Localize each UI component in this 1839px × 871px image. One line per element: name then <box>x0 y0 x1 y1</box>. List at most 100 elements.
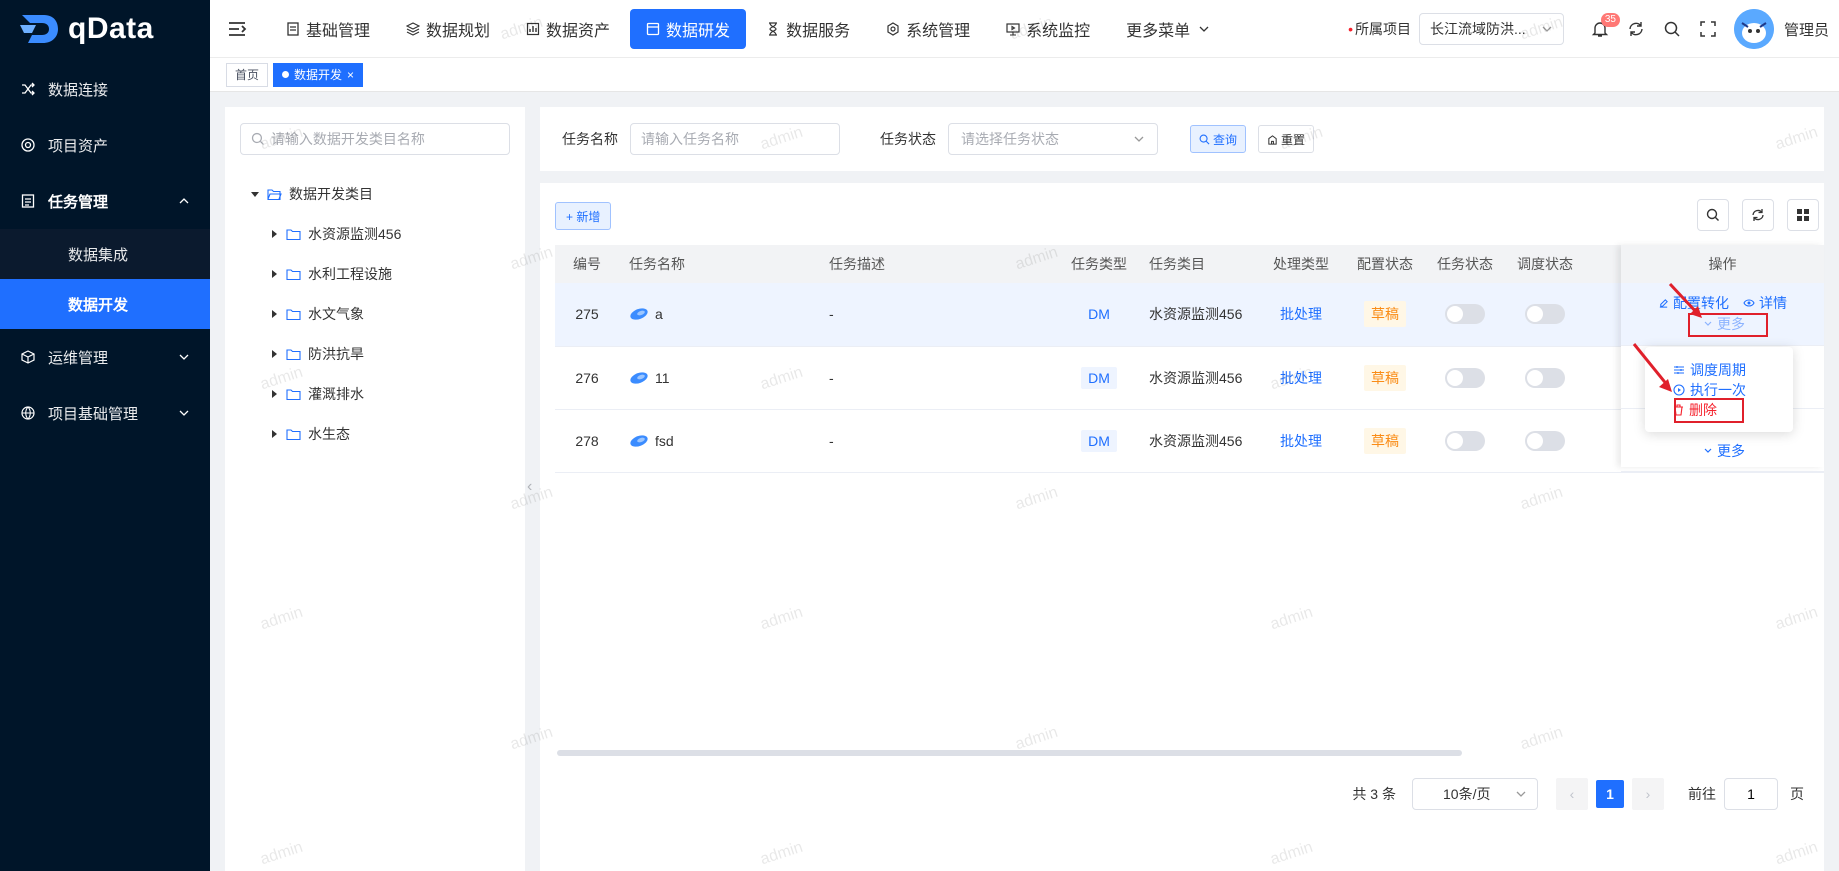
sidebar: qData 数据连接 项目资产 任务管理 数据集成 数据开发 运维管理 项目基础 <box>0 0 210 871</box>
cell-config: 草稿 <box>1345 283 1425 347</box>
project-label: • 所属项目 <box>1348 21 1411 37</box>
sidebar-item-task-mgmt[interactable]: 任务管理 <box>0 173 210 229</box>
cell-name[interactable]: fsd <box>619 409 819 473</box>
column-header: 任务状态 <box>1425 245 1505 283</box>
detail-link[interactable]: 详情 <box>1743 293 1787 313</box>
columns-button[interactable] <box>1787 199 1819 231</box>
nav-tab-monitor[interactable]: 系统监控 <box>990 9 1106 49</box>
cell-config: 草稿 <box>1345 409 1425 473</box>
cell-process: 批处理 <box>1257 346 1345 410</box>
sidebar-submenu: 数据集成 数据开发 <box>0 229 210 329</box>
globe-icon <box>20 405 36 421</box>
schedule-status-switch[interactable] <box>1525 430 1565 451</box>
refresh-table-button[interactable] <box>1742 199 1774 231</box>
task-status-switch[interactable] <box>1445 430 1485 451</box>
tags-view: 首页 数据开发 × <box>210 58 1839 92</box>
tree-search-input[interactable] <box>270 131 509 147</box>
tree-node-label: 防洪抗旱 <box>308 346 364 362</box>
process-tag: 批处理 <box>1280 432 1322 449</box>
search-toggle-button[interactable] <box>1697 199 1729 231</box>
qdata-logo-icon <box>20 15 58 43</box>
goto-page-input[interactable] <box>1724 778 1778 810</box>
logo[interactable]: qData <box>0 0 210 58</box>
chevron-down-icon <box>1704 448 1712 453</box>
avatar-icon <box>1733 9 1774 49</box>
settings-icon <box>887 21 899 36</box>
sidebar-item-project-basic[interactable]: 项目基础管理 <box>0 385 210 441</box>
reset-button[interactable]: 重置 <box>1258 125 1315 153</box>
tree-node[interactable]: 水资源监测456 <box>268 222 401 246</box>
fullscreen-button[interactable] <box>1690 11 1726 47</box>
task-name-input[interactable] <box>630 123 840 155</box>
task-status-switch[interactable] <box>1445 304 1485 325</box>
refresh-button[interactable] <box>1618 11 1654 47</box>
tree-node[interactable]: 防洪抗旱 <box>268 342 364 366</box>
nav-tab-system[interactable]: 系统管理 <box>870 9 986 49</box>
sidebar-item-project-assets[interactable]: 项目资产 <box>0 117 210 173</box>
cell-type: DM <box>1059 409 1139 473</box>
total-count: 共 3 条 <box>1352 786 1396 802</box>
page-number-current[interactable]: 1 <box>1596 780 1624 808</box>
tree-node[interactable]: 水文气象 <box>268 302 364 326</box>
task-status-switch[interactable] <box>1445 367 1485 388</box>
notification-button[interactable]: 35 <box>1582 11 1620 47</box>
schedule-status-switch[interactable] <box>1525 367 1565 388</box>
tag-label: 数据开发 <box>294 68 343 82</box>
fullscreen-icon <box>1700 21 1716 37</box>
sidebar-item-data-integration[interactable]: 数据集成 <box>0 229 210 279</box>
cell-name[interactable]: 11 <box>619 346 819 410</box>
horizontal-scrollbar[interactable] <box>557 750 1462 756</box>
schedule-status-switch[interactable] <box>1525 304 1565 325</box>
task-status-select[interactable]: 请选择任务状态 <box>948 123 1158 155</box>
cell-type: DM <box>1059 346 1139 410</box>
prev-page-button[interactable]: ‹ <box>1556 778 1588 810</box>
tree-node-label: 灌溉排水 <box>308 386 364 402</box>
sidebar-item-data-connect[interactable]: 数据连接 <box>0 61 210 117</box>
actions-header: 操作 <box>1621 245 1824 283</box>
username[interactable]: 管理员 <box>1784 19 1829 40</box>
project-select-value: 长江流域防洪... <box>1429 21 1526 37</box>
column-header: 处理类型 <box>1257 245 1345 283</box>
query-button[interactable]: 查询 <box>1190 125 1247 153</box>
goto-label: 前往 <box>1688 786 1716 802</box>
next-page-button[interactable]: › <box>1632 778 1664 810</box>
menu-item-schedule-cycle[interactable]: 调度周期 <box>1673 360 1746 380</box>
process-tag: 批处理 <box>1280 306 1322 323</box>
nav-tab-more[interactable]: 更多菜单 <box>1110 9 1226 49</box>
tree-node[interactable]: 灌溉排水 <box>268 382 364 406</box>
tag-data-dev[interactable]: 数据开发 × <box>273 62 364 87</box>
avatar[interactable] <box>1733 9 1774 49</box>
cell-schedule-status <box>1505 283 1585 347</box>
cell-config: 草稿 <box>1345 346 1425 410</box>
sidebar-item-ops-mgmt[interactable]: 运维管理 <box>0 329 210 385</box>
tree-node-root[interactable]: 数据开发类目 <box>249 182 373 206</box>
nav-tab-dev[interactable]: 数据研发 <box>630 8 747 49</box>
nav-tab-planning[interactable]: 数据规划 <box>390 9 506 49</box>
column-header: 配置状态 <box>1345 245 1425 283</box>
tree-node-label: 水生态 <box>308 426 350 442</box>
search-button[interactable] <box>1654 11 1690 47</box>
cell-category: 水资源监测456 <box>1139 409 1257 473</box>
nav-tab-service[interactable]: 数据服务 <box>750 9 866 49</box>
caret-right-icon <box>268 349 280 359</box>
sidebar-item-data-dev[interactable]: 数据开发 <box>0 279 210 329</box>
add-task-button[interactable]: + 新增 <box>555 202 612 230</box>
cell-name[interactable]: a <box>619 283 819 347</box>
tree-node[interactable]: 水利工程设施 <box>268 262 392 286</box>
menu-item-run-once[interactable]: 执行一次 <box>1673 380 1746 400</box>
cell-id: 278 <box>555 409 619 473</box>
nav-tab-assets[interactable]: 数据资产 <box>510 9 626 49</box>
menu-fold-icon[interactable] <box>226 18 248 40</box>
close-icon[interactable]: × <box>347 68 354 82</box>
search-form: 任务名称 任务状态 请选择任务状态 查询 重置 <box>540 107 1824 171</box>
tree-node[interactable]: 水生态 <box>268 422 350 446</box>
column-header: 任务类目 <box>1139 245 1257 283</box>
more-link[interactable]: 更多 <box>1703 441 1745 461</box>
project-select[interactable]: 长江流域防洪... <box>1418 13 1564 45</box>
page-size-select[interactable]: 10条/页 <box>1412 778 1538 810</box>
tree-search[interactable] <box>240 123 510 155</box>
nav-tab-basic[interactable]: 基础管理 <box>270 9 386 49</box>
collapse-panel-icon[interactable]: ‹ <box>527 478 532 496</box>
page-size-value: 10条/页 <box>1443 786 1491 802</box>
tag-home[interactable]: 首页 <box>226 62 269 87</box>
